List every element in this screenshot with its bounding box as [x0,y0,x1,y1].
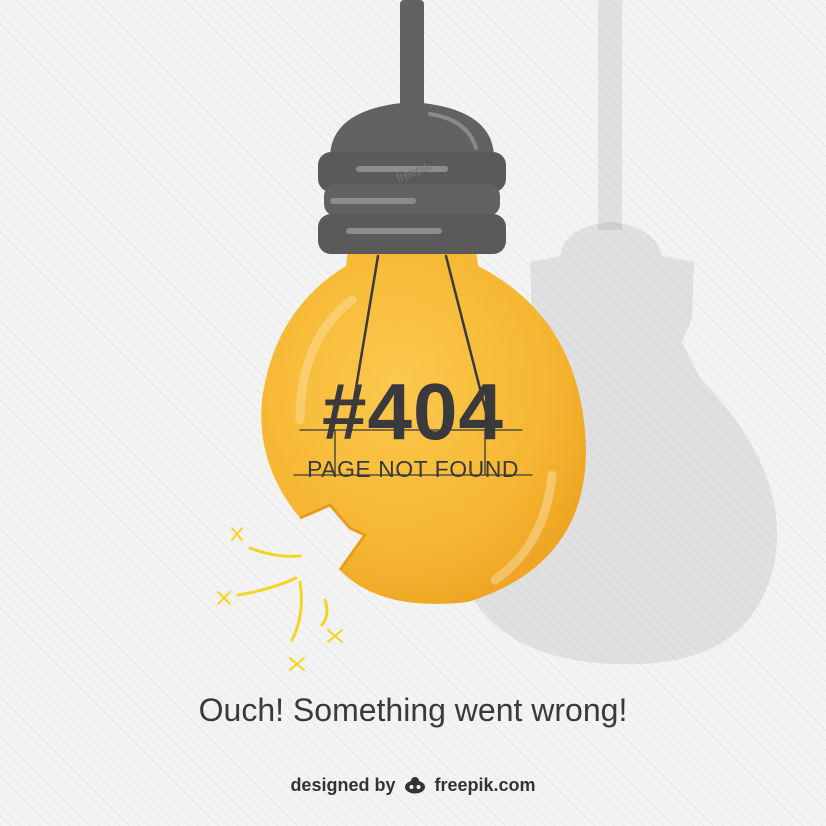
error-message: Ouch! Something went wrong! [198,692,628,728]
attribution-lead: designed by [290,775,396,795]
freepik-logo-icon [404,776,426,800]
attribution[interactable]: designed by freepik.com [0,773,826,800]
page-not-found-label: PAGE NOT FOUND [307,456,519,482]
cord [400,0,424,108]
socket: freepik [318,102,506,254]
attribution-brand: freepik.com [434,775,536,795]
spark-effects [217,527,343,671]
error-code-heading: #404 [322,367,504,456]
error-page: freepik #404 PAGE NOT FOUND Ouch! Someth… [0,0,826,826]
